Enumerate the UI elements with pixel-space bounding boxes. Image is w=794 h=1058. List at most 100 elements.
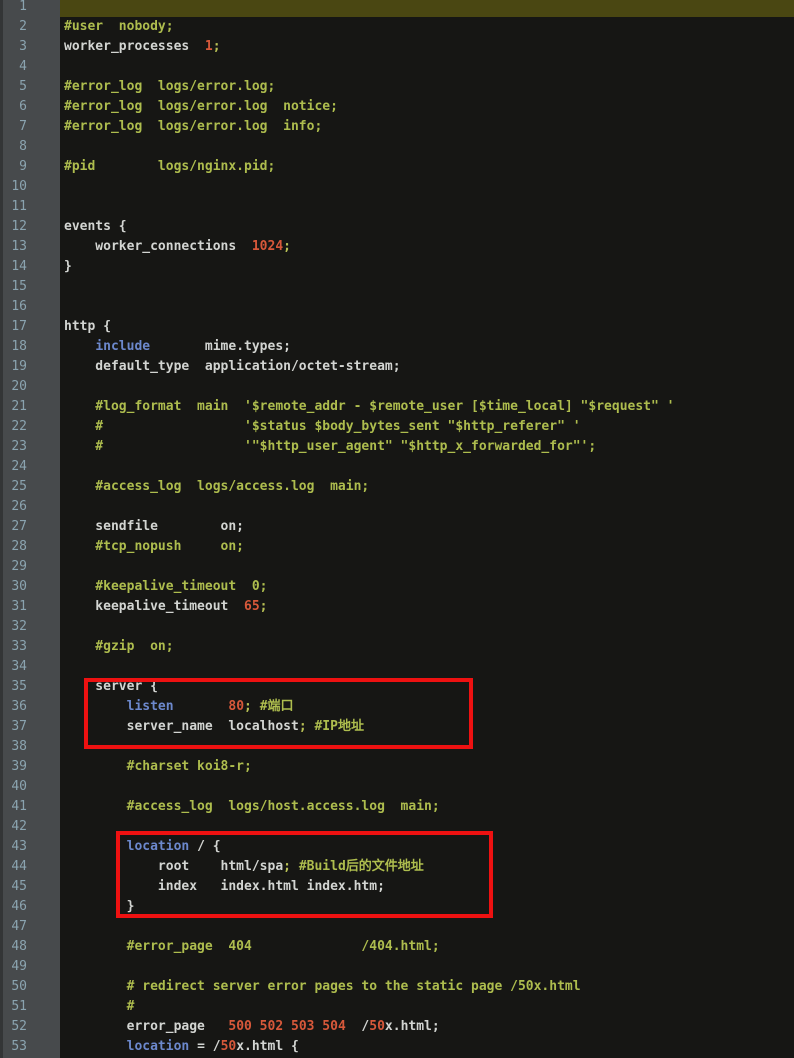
code-line[interactable]: server_name localhost; #IP地址 bbox=[60, 717, 794, 737]
code-line[interactable]: include mime.types; bbox=[60, 337, 794, 357]
code-line[interactable] bbox=[60, 277, 794, 297]
line-number: 17 bbox=[3, 317, 60, 337]
code-line[interactable]: # '"$http_user_agent" "$http_x_forwarded… bbox=[60, 437, 794, 457]
line-number: 1 bbox=[3, 0, 60, 17]
line-number: 52 bbox=[3, 1017, 60, 1037]
code-line[interactable]: #keepalive_timeout 0; bbox=[60, 577, 794, 597]
code-line[interactable] bbox=[60, 657, 794, 677]
code-line[interactable]: default_type application/octet-stream; bbox=[60, 357, 794, 377]
code-line[interactable]: #user nobody; bbox=[60, 17, 794, 37]
code-line[interactable]: #error_log logs/error.log info; bbox=[60, 117, 794, 137]
code-line[interactable] bbox=[60, 737, 794, 757]
code-line[interactable] bbox=[60, 197, 794, 217]
line-number: 20 bbox=[3, 377, 60, 397]
code-line[interactable] bbox=[60, 137, 794, 157]
line-number: 36 bbox=[3, 697, 60, 717]
code-line[interactable]: #gzip on; bbox=[60, 637, 794, 657]
line-number: 37 bbox=[3, 717, 60, 737]
code-line[interactable] bbox=[60, 817, 794, 837]
comment-text: #tcp_nopush on; bbox=[64, 539, 244, 554]
code-line[interactable]: location / { bbox=[60, 837, 794, 857]
code-line[interactable]: keepalive_timeout 65; bbox=[60, 597, 794, 617]
code-line[interactable]: #error_log logs/error.log; bbox=[60, 77, 794, 97]
code-line[interactable] bbox=[60, 617, 794, 637]
code-text bbox=[64, 1039, 127, 1054]
code-line[interactable] bbox=[60, 917, 794, 937]
code-line[interactable]: worker_connections 1024; bbox=[60, 237, 794, 257]
code-line[interactable]: #tcp_nopush on; bbox=[60, 537, 794, 557]
code-text bbox=[64, 839, 127, 854]
code-line[interactable] bbox=[60, 57, 794, 77]
line-number: 42 bbox=[3, 817, 60, 837]
code-line[interactable] bbox=[60, 497, 794, 517]
code-line[interactable] bbox=[60, 957, 794, 977]
code-text: x.html { bbox=[236, 1039, 299, 1054]
line-number: 41 bbox=[3, 797, 60, 817]
code-line[interactable]: # '$status $body_bytes_sent "$http_refer… bbox=[60, 417, 794, 437]
number-text: 65 bbox=[244, 599, 260, 614]
code-text: mime.types; bbox=[150, 339, 291, 354]
line-number: 6 bbox=[3, 97, 60, 117]
code-line[interactable] bbox=[60, 557, 794, 577]
keyword-text: include bbox=[95, 339, 150, 354]
operator-text: ; bbox=[244, 699, 252, 714]
code-line[interactable] bbox=[60, 777, 794, 797]
comment-text: # redirect server error pages to the sta… bbox=[64, 979, 581, 994]
code-line[interactable] bbox=[60, 177, 794, 197]
code-line[interactable]: #error_log logs/error.log notice; bbox=[60, 97, 794, 117]
code-line[interactable]: worker_processes 1; bbox=[60, 37, 794, 57]
code-line[interactable]: events { bbox=[60, 217, 794, 237]
code-line[interactable]: error_page 500 502 503 504 /50x.html; bbox=[60, 1017, 794, 1037]
code-line[interactable]: root html/spa; #Build后的文件地址 bbox=[60, 857, 794, 877]
line-number: 8 bbox=[3, 137, 60, 157]
code-text: / bbox=[346, 1019, 369, 1034]
line-number: 25 bbox=[3, 477, 60, 497]
operator-text: ; bbox=[299, 719, 307, 734]
code-line[interactable] bbox=[60, 457, 794, 477]
line-number: 2 bbox=[3, 17, 60, 37]
line-number: 21 bbox=[3, 397, 60, 417]
code-line[interactable] bbox=[60, 377, 794, 397]
code-line[interactable]: #log_format main '$remote_addr - $remote… bbox=[60, 397, 794, 417]
code-text bbox=[174, 699, 229, 714]
code-line[interactable]: #pid logs/nginx.pid; bbox=[60, 157, 794, 177]
code-text: sendfile on; bbox=[64, 519, 244, 534]
line-number: 23 bbox=[3, 437, 60, 457]
code-line[interactable]: } bbox=[60, 257, 794, 277]
line-number: 43 bbox=[3, 837, 60, 857]
code-line[interactable]: } bbox=[60, 897, 794, 917]
line-number: 11 bbox=[3, 197, 60, 217]
line-number: 53 bbox=[3, 1037, 60, 1057]
code-text bbox=[291, 859, 299, 874]
code-line[interactable]: #charset koi8-r; bbox=[60, 757, 794, 777]
line-number: 28 bbox=[3, 537, 60, 557]
code-line[interactable]: #error_page 404 /404.html; bbox=[60, 937, 794, 957]
code-line[interactable]: # redirect server error pages to the sta… bbox=[60, 977, 794, 997]
code-line-current[interactable] bbox=[60, 0, 794, 17]
operator-text: ; bbox=[213, 39, 221, 54]
code-line[interactable]: # bbox=[60, 997, 794, 1017]
line-number: 9 bbox=[3, 157, 60, 177]
code-line[interactable]: listen 80; #端口 bbox=[60, 697, 794, 717]
code-line[interactable]: server { bbox=[60, 677, 794, 697]
code-line[interactable]: #access_log logs/access.log main; bbox=[60, 477, 794, 497]
line-number: 48 bbox=[3, 937, 60, 957]
code-area[interactable]: #user nobody;worker_processes 1; #error_l… bbox=[60, 0, 794, 1058]
code-text: index index.html index.htm; bbox=[64, 879, 385, 894]
line-number: 50 bbox=[3, 977, 60, 997]
code-line[interactable]: location = /50x.html { bbox=[60, 1037, 794, 1057]
line-number: 16 bbox=[3, 297, 60, 317]
comment-text: #log_format main '$remote_addr - $remote… bbox=[64, 399, 674, 414]
operator-text: ; bbox=[283, 239, 291, 254]
code-text bbox=[252, 699, 260, 714]
line-number: 38 bbox=[3, 737, 60, 757]
code-line[interactable]: index index.html index.htm; bbox=[60, 877, 794, 897]
code-line[interactable]: http { bbox=[60, 317, 794, 337]
comment-text: #access_log logs/access.log main; bbox=[64, 479, 369, 494]
code-line[interactable] bbox=[60, 297, 794, 317]
line-number: 3 bbox=[3, 37, 60, 57]
operator-text: ; bbox=[283, 859, 291, 874]
code-line[interactable]: sendfile on; bbox=[60, 517, 794, 537]
code-line[interactable]: #access_log logs/host.access.log main; bbox=[60, 797, 794, 817]
line-number: 40 bbox=[3, 777, 60, 797]
